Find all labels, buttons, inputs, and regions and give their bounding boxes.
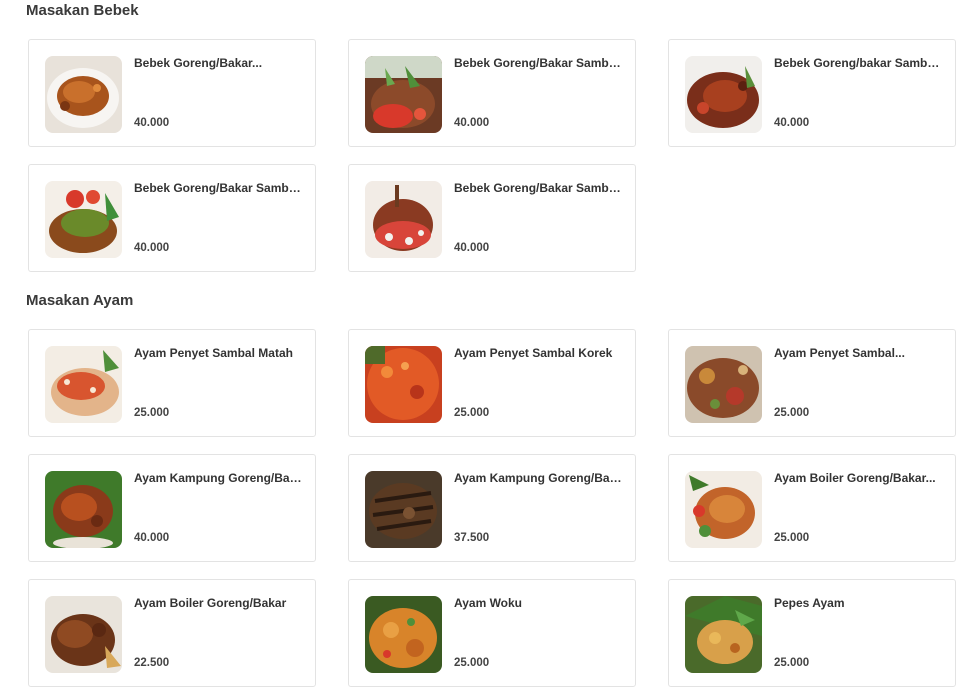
menu-item-name: Bebek Goreng/Bakar Sambal...	[454, 56, 624, 70]
menu-item-name: Ayam Woku	[454, 596, 523, 610]
menu-item-name: Bebek Goreng/Bakar Sambal...	[454, 181, 624, 195]
menu-item-price: 40.000	[454, 117, 490, 129]
menu-card-ayam-7[interactable]: Ayam Boiler Goreng/Bakar 22.500	[28, 579, 316, 687]
menu-item-price: 25.000	[774, 532, 810, 544]
menu-card-ayam-9[interactable]: Pepes Ayam 25.000	[668, 579, 956, 687]
menu-item-price: 40.000	[454, 242, 490, 254]
menu-item-name: Ayam Kampung Goreng/Bak...	[134, 471, 304, 485]
menu-item-price: 40.000	[134, 532, 170, 544]
menu-card-bebek-1[interactable]: Bebek Goreng/Bakar... 40.000	[28, 39, 316, 147]
menu-card-ayam-8[interactable]: Ayam Woku 25.000	[348, 579, 636, 687]
menu-item-price: 40.000	[134, 117, 170, 129]
section-title-masakan-bebek: Masakan Bebek	[26, 2, 139, 19]
menu-item-price: 37.500	[454, 532, 490, 544]
menu-card-bebek-2[interactable]: Bebek Goreng/Bakar Sambal... 40.000	[348, 39, 636, 147]
menu-card-ayam-5[interactable]: Ayam Kampung Goreng/Bakar 37.500	[348, 454, 636, 562]
food-image	[365, 471, 442, 548]
food-image	[685, 346, 762, 423]
food-image	[685, 471, 762, 548]
food-image	[365, 181, 442, 258]
menu-item-price: 25.000	[134, 407, 170, 419]
menu-item-name: Pepes Ayam	[774, 596, 845, 610]
menu-card-ayam-2[interactable]: Ayam Penyet Sambal Korek 25.000	[348, 329, 636, 437]
menu-card-ayam-1[interactable]: Ayam Penyet Sambal Matah 25.000	[28, 329, 316, 437]
menu-card-bebek-4[interactable]: Bebek Goreng/Bakar Sambal... 40.000	[28, 164, 316, 272]
menu-item-price: 40.000	[134, 242, 170, 254]
food-image	[45, 471, 122, 548]
food-image	[365, 56, 442, 133]
menu-item-price: 25.000	[774, 657, 810, 669]
menu-item-price: 25.000	[454, 657, 490, 669]
menu-item-price: 25.000	[774, 407, 810, 419]
menu-item-name: Ayam Penyet Sambal...	[774, 346, 905, 360]
menu-card-ayam-4[interactable]: Ayam Kampung Goreng/Bak... 40.000	[28, 454, 316, 562]
food-image	[685, 56, 762, 133]
food-image	[365, 596, 442, 673]
menu-item-name: Ayam Kampung Goreng/Bakar	[454, 471, 624, 485]
menu-item-price: 40.000	[774, 117, 810, 129]
menu-item-price: 25.000	[454, 407, 490, 419]
menu-item-name: Ayam Penyet Sambal Matah	[134, 346, 293, 360]
food-image	[45, 181, 122, 258]
menu-item-name: Bebek Goreng/bakar Sambal...	[774, 56, 944, 70]
food-image	[45, 596, 122, 673]
section-title-masakan-ayam: Masakan Ayam	[26, 292, 134, 309]
menu-item-name: Bebek Goreng/Bakar...	[134, 56, 263, 70]
food-image	[45, 346, 122, 423]
menu-item-price: 22.500	[134, 657, 170, 669]
food-image	[685, 596, 762, 673]
food-image	[45, 56, 122, 133]
menu-card-bebek-3[interactable]: Bebek Goreng/bakar Sambal... 40.000	[668, 39, 956, 147]
menu-item-name: Ayam Boiler Goreng/Bakar	[134, 596, 287, 610]
menu-card-ayam-6[interactable]: Ayam Boiler Goreng/Bakar... 25.000	[668, 454, 956, 562]
menu-item-name: Ayam Penyet Sambal Korek	[454, 346, 613, 360]
menu-card-ayam-3[interactable]: Ayam Penyet Sambal... 25.000	[668, 329, 956, 437]
menu-card-bebek-5[interactable]: Bebek Goreng/Bakar Sambal... 40.000	[348, 164, 636, 272]
food-image	[365, 346, 442, 423]
menu-item-name: Ayam Boiler Goreng/Bakar...	[774, 471, 936, 485]
menu-item-name: Bebek Goreng/Bakar Sambal...	[134, 181, 304, 195]
